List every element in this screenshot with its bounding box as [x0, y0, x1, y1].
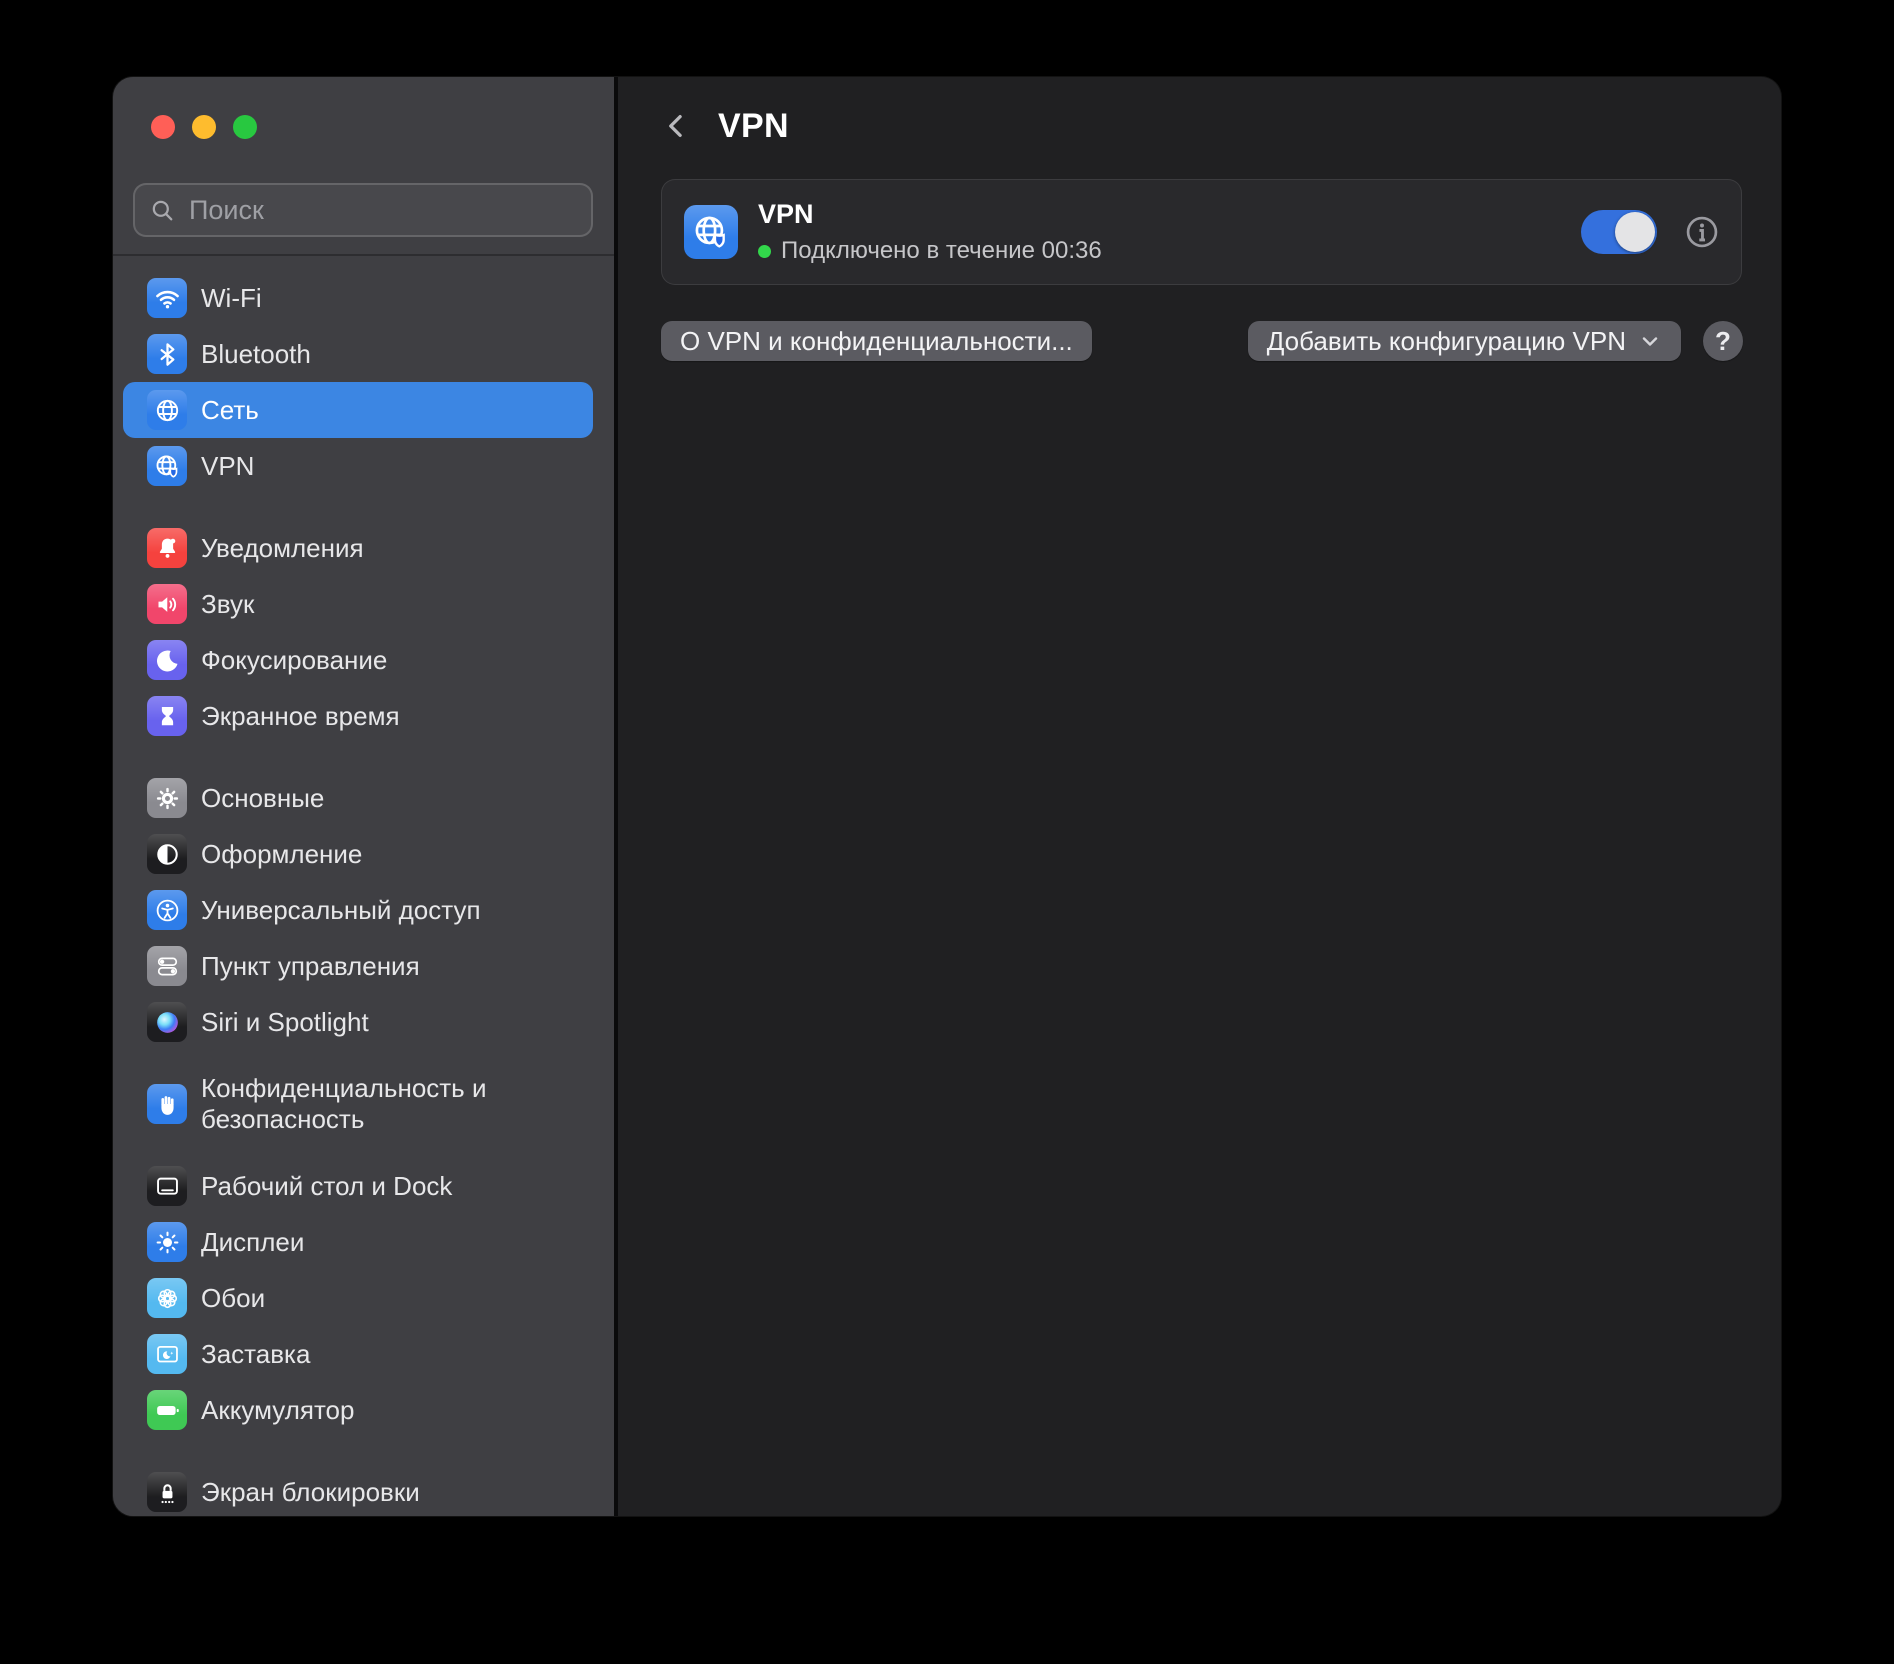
accessibility-icon: [147, 890, 187, 930]
help-button[interactable]: ?: [1703, 321, 1743, 361]
sidebar-item-label: Дисплеи: [201, 1227, 304, 1258]
sidebar-item-focus[interactable]: Фокусирование: [123, 632, 593, 688]
about-vpn-button[interactable]: О VPN и конфиденциальности...: [661, 321, 1092, 361]
vpn-card-title: VPN: [758, 199, 1102, 230]
sidebar-item-label: Рабочий стол и Dock: [201, 1171, 452, 1202]
page-header: VPN: [660, 107, 1781, 145]
battery-icon: [147, 1390, 187, 1430]
sidebar-item-label: Bluetooth: [201, 339, 311, 370]
vpn-app-icon: [684, 205, 738, 259]
sidebar-item-label: Экран блокировки: [201, 1477, 420, 1508]
sidebar-item-control-center[interactable]: Пункт управления: [123, 938, 593, 994]
sidebar-item-label: Конфиденциальность и безопасность: [201, 1073, 585, 1135]
sidebar-item-label: Wi-Fi: [201, 283, 262, 314]
actions-row: О VPN и конфиденциальности... Добавить к…: [661, 321, 1743, 361]
appearance-icon: [147, 834, 187, 874]
sidebar-item-battery[interactable]: Аккумулятор: [123, 1382, 593, 1438]
sidebar-item-label: Сеть: [201, 395, 259, 426]
sidebar-item-label: Заставка: [201, 1339, 310, 1370]
desktop-dock-icon: [147, 1166, 187, 1206]
vpn-card: VPN Подключено в течение 00:36: [661, 179, 1742, 285]
lock-icon: [147, 1472, 187, 1512]
sidebar-section-gap: [123, 744, 593, 770]
content-pane: VPN VPN Подключено в течение 00:36 О VPN…: [618, 77, 1781, 1516]
status-text: Подключено в течение 00:36: [781, 237, 1102, 265]
sidebar-item-screensaver[interactable]: Заставка: [123, 1326, 593, 1382]
sidebar-item-label: VPN: [201, 451, 254, 482]
globe-icon: [147, 390, 187, 430]
control-center-icon: [147, 946, 187, 986]
system-settings-window: Wi-Fi Bluetooth Сеть VPN Уведомления Звук Фоку…: [113, 77, 1781, 1516]
search-input[interactable]: [187, 194, 577, 227]
sidebar-item-sound[interactable]: Звук: [123, 576, 593, 632]
sidebar-item-network[interactable]: Сеть: [123, 382, 593, 438]
sidebar-item-label: Пункт управления: [201, 951, 420, 982]
sidebar-section-gap: [123, 494, 593, 520]
sun-icon: [147, 1222, 187, 1262]
minimize-button[interactable]: [192, 115, 216, 139]
sidebar-item-label: Уведомления: [201, 533, 364, 564]
status-dot: [758, 245, 771, 258]
sidebar-item-accessibility[interactable]: Универсальный доступ: [123, 882, 593, 938]
sidebar-item-wallpaper[interactable]: Обои: [123, 1270, 593, 1326]
sidebar-item-label: Siri и Spotlight: [201, 1007, 369, 1038]
hourglass-icon: [147, 696, 187, 736]
sidebar-item-desktop-dock[interactable]: Рабочий стол и Dock: [123, 1158, 593, 1214]
sidebar-nav: Wi-Fi Bluetooth Сеть VPN Уведомления Звук Фоку…: [113, 256, 614, 1516]
desktop-background: Wi-Fi Bluetooth Сеть VPN Уведомления Звук Фоку…: [0, 0, 1894, 1664]
vpn-card-meta: VPN Подключено в течение 00:36: [758, 199, 1102, 265]
back-button[interactable]: [660, 107, 694, 145]
sidebar-item-screen-time[interactable]: Экранное время: [123, 688, 593, 744]
bluetooth-icon: [147, 334, 187, 374]
sidebar-item-wifi[interactable]: Wi-Fi: [123, 270, 593, 326]
toggle-knob: [1615, 212, 1655, 252]
zoom-button[interactable]: [233, 115, 257, 139]
sidebar-item-label: Основные: [201, 783, 324, 814]
sidebar-item-label: Оформление: [201, 839, 362, 870]
sidebar-item-privacy-security[interactable]: Конфиденциальность и безопасность: [123, 1050, 593, 1158]
chevron-down-icon: [1638, 329, 1662, 353]
sidebar-item-vpn[interactable]: VPN: [123, 438, 593, 494]
sidebar-item-label: Экранное время: [201, 701, 400, 732]
globe-shield-icon: [147, 446, 187, 486]
sidebar-item-bluetooth[interactable]: Bluetooth: [123, 326, 593, 382]
flower-icon: [147, 1278, 187, 1318]
vpn-status: Подключено в течение 00:36: [758, 237, 1102, 265]
sidebar-item-label: Фокусирование: [201, 645, 387, 676]
moon-icon: [147, 640, 187, 680]
sidebar-item-label: Аккумулятор: [201, 1395, 354, 1426]
speaker-icon: [147, 584, 187, 624]
sidebar-item-appearance[interactable]: Оформление: [123, 826, 593, 882]
page-title: VPN: [718, 107, 789, 146]
wifi-icon: [147, 278, 187, 318]
sidebar-section-gap: [123, 1438, 593, 1464]
info-button[interactable]: [1683, 213, 1721, 251]
search-field[interactable]: [133, 183, 593, 237]
sidebar-item-label: Звук: [201, 589, 254, 620]
gear-icon: [147, 778, 187, 818]
add-vpn-config-button[interactable]: Добавить конфигурацию VPN: [1248, 321, 1681, 361]
vpn-toggle[interactable]: [1581, 210, 1657, 254]
siri-icon: [147, 1002, 187, 1042]
hand-icon: [147, 1084, 187, 1124]
bell-icon: [147, 528, 187, 568]
close-button[interactable]: [151, 115, 175, 139]
window-controls: [113, 77, 614, 139]
sidebar-item-label: Обои: [201, 1283, 265, 1314]
sidebar-item-general[interactable]: Основные: [123, 770, 593, 826]
screensaver-icon: [147, 1334, 187, 1374]
sidebar-item-lock-screen[interactable]: Экран блокировки: [123, 1464, 593, 1516]
sidebar-item-siri-spotlight[interactable]: Siri и Spotlight: [123, 994, 593, 1050]
sidebar-item-label: Универсальный доступ: [201, 895, 481, 926]
add-vpn-config-label: Добавить конфигурацию VPN: [1267, 326, 1626, 357]
sidebar-item-displays[interactable]: Дисплеи: [123, 1214, 593, 1270]
sidebar: Wi-Fi Bluetooth Сеть VPN Уведомления Звук Фоку…: [113, 77, 614, 1516]
sidebar-item-notifications[interactable]: Уведомления: [123, 520, 593, 576]
search-icon: [149, 197, 176, 224]
